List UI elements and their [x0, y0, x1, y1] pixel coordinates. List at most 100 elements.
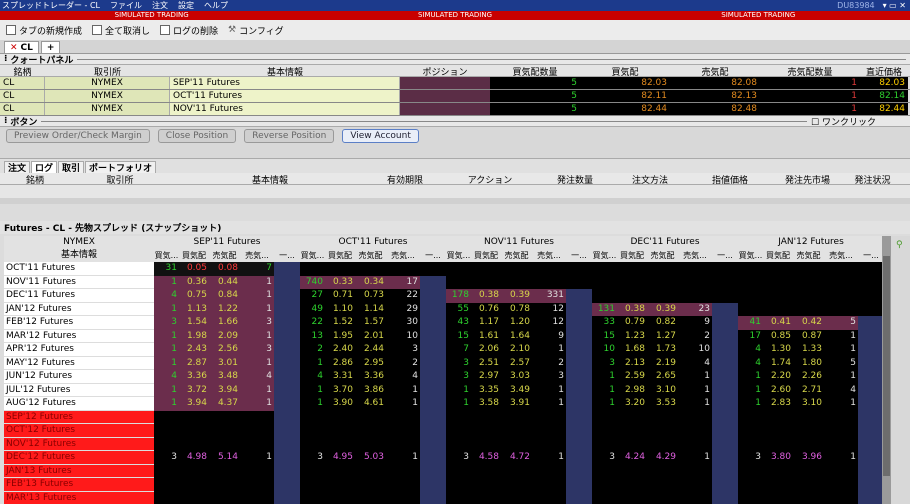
- spread-cell[interactable]: 0.38: [471, 289, 501, 303]
- spread-cell[interactable]: 1.68: [617, 343, 647, 357]
- add-tab-button[interactable]: +: [40, 41, 61, 53]
- spread-cell-last[interactable]: [274, 491, 300, 504]
- spread-cell-last[interactable]: [420, 383, 446, 397]
- quote-cell-ask[interactable]: 82.13: [670, 90, 760, 102]
- quote-cell-exchange[interactable]: NYMEX: [45, 77, 170, 89]
- spread-cell-last[interactable]: [712, 424, 738, 438]
- spread-cell[interactable]: 3: [300, 451, 325, 465]
- spread-cell[interactable]: 1.66: [209, 316, 240, 330]
- spread-cell[interactable]: 1: [824, 451, 858, 465]
- spread-cell[interactable]: 1: [532, 451, 566, 465]
- spread-cell[interactable]: 2.51: [471, 356, 501, 370]
- spread-cell-last[interactable]: [566, 343, 592, 357]
- spread-cell-last[interactable]: [274, 275, 300, 289]
- spread-cell[interactable]: 1: [154, 343, 179, 357]
- spread-cell[interactable]: 1.80: [793, 356, 824, 370]
- spread-cell[interactable]: 0.84: [209, 289, 240, 303]
- spread-cell[interactable]: 4.98: [179, 451, 209, 465]
- spread-row-label[interactable]: JAN'12 Futures: [4, 302, 154, 316]
- order-col-header[interactable]: 発注数量: [540, 173, 610, 186]
- spread-cell-last[interactable]: [712, 383, 738, 397]
- spread-cell[interactable]: 1.64: [501, 329, 532, 343]
- spread-cell[interactable]: 23: [678, 302, 712, 316]
- spread-cell[interactable]: 5: [824, 316, 858, 330]
- spread-cell[interactable]: 1.20: [501, 316, 532, 330]
- spread-cell[interactable]: 1.74: [763, 356, 793, 370]
- spread-cell[interactable]: 5: [824, 356, 858, 370]
- quote-row[interactable]: CL NYMEX NOV'11 Futures 5 82.44 82.48 1 82.44: [0, 103, 910, 116]
- spread-row-label[interactable]: MAR'12 Futures: [4, 329, 154, 343]
- col-exchange-header[interactable]: 取引所: [45, 65, 170, 76]
- spread-cell-last[interactable]: [420, 437, 446, 451]
- spread-cell[interactable]: 3: [446, 370, 471, 384]
- spread-cell[interactable]: 0.79: [617, 316, 647, 330]
- spread-cell[interactable]: 0.42: [793, 316, 824, 330]
- spread-row-label[interactable]: APR'12 Futures: [4, 343, 154, 357]
- subcol-header[interactable]: 売気配: [501, 249, 532, 262]
- spread-cell[interactable]: 1.95: [325, 329, 355, 343]
- spread-cell-last[interactable]: [858, 424, 884, 438]
- spread-cell-last[interactable]: [712, 302, 738, 316]
- spread-cell[interactable]: 30: [386, 316, 420, 330]
- spread-cell[interactable]: 2.06: [471, 343, 501, 357]
- spread-cell[interactable]: 1: [532, 397, 566, 411]
- spread-cell-last[interactable]: [712, 316, 738, 330]
- spread-cell[interactable]: 2.83: [763, 397, 793, 411]
- spread-cell[interactable]: 1.57: [355, 316, 386, 330]
- subcol-header[interactable]: 一...: [566, 249, 592, 262]
- spread-cell[interactable]: 2.86: [325, 356, 355, 370]
- spread-cell[interactable]: 1: [824, 397, 858, 411]
- spread-cell-last[interactable]: [858, 464, 884, 478]
- quote-cell-bid_size[interactable]: 5: [490, 77, 580, 89]
- order-col-header[interactable]: 銘柄: [0, 173, 70, 186]
- config-button[interactable]: ⚒ コンフィグ: [228, 24, 284, 37]
- quote-cell-symbol[interactable]: CL: [0, 103, 45, 115]
- quote-cell-ask_size[interactable]: 1: [760, 103, 860, 115]
- spread-row-label[interactable]: DEC'12 Futures: [4, 451, 154, 465]
- spread-cell-last[interactable]: [712, 262, 738, 276]
- quote-cell-position[interactable]: [400, 90, 490, 102]
- quote-cell-symbol[interactable]: CL: [0, 77, 45, 89]
- quote-cell-exchange[interactable]: NYMEX: [45, 90, 170, 102]
- spread-cell[interactable]: 4: [678, 356, 712, 370]
- spread-cell[interactable]: 1: [300, 397, 325, 411]
- subcol-header[interactable]: 買気...: [592, 249, 617, 262]
- spread-cell[interactable]: 1: [446, 397, 471, 411]
- spread-cell-last[interactable]: [712, 370, 738, 384]
- spread-cell-last[interactable]: [420, 275, 446, 289]
- spread-cell[interactable]: 2.56: [209, 343, 240, 357]
- spread-cell[interactable]: 3.48: [209, 370, 240, 384]
- spread-cell[interactable]: 4: [824, 383, 858, 397]
- quote-row[interactable]: CL NYMEX SEP'11 Futures 5 82.03 82.08 1 82.03: [0, 77, 910, 90]
- spread-cell[interactable]: 1: [240, 451, 274, 465]
- spread-cell-last[interactable]: [712, 356, 738, 370]
- delete-log-button[interactable]: ログの削除: [160, 24, 218, 37]
- spread-cell[interactable]: 1: [240, 329, 274, 343]
- spread-cell[interactable]: 3.20: [617, 397, 647, 411]
- col-ask-header[interactable]: 売気配: [670, 65, 760, 76]
- spread-cell[interactable]: 22: [300, 316, 325, 330]
- spread-cell-last[interactable]: [858, 370, 884, 384]
- spread-cell[interactable]: 3.10: [793, 397, 824, 411]
- spread-cell-last[interactable]: [274, 343, 300, 357]
- order-col-header[interactable]: 指値価格: [690, 173, 770, 186]
- vertical-scrollbar[interactable]: [882, 236, 891, 504]
- spread-cell[interactable]: 3.70: [325, 383, 355, 397]
- spread-cell[interactable]: 1: [240, 383, 274, 397]
- spread-cell[interactable]: 3.36: [179, 370, 209, 384]
- spread-cell-last[interactable]: [274, 302, 300, 316]
- subcol-header[interactable]: 買気配: [325, 249, 355, 262]
- spread-cell-last[interactable]: [712, 329, 738, 343]
- zoom-icon[interactable]: ⚲: [896, 240, 903, 250]
- subcol-header[interactable]: 売気...: [532, 249, 566, 262]
- spread-cell-last[interactable]: [858, 302, 884, 316]
- spread-cell[interactable]: 1: [446, 383, 471, 397]
- cancel-all-button[interactable]: 全て取消し: [92, 24, 150, 37]
- spread-cell[interactable]: 3.72: [179, 383, 209, 397]
- spread-cell[interactable]: 55: [446, 302, 471, 316]
- spread-cell-last[interactable]: [274, 424, 300, 438]
- spread-cell[interactable]: 12: [532, 316, 566, 330]
- spread-cell-last[interactable]: [566, 316, 592, 330]
- spread-cell[interactable]: 2: [300, 343, 325, 357]
- spread-cell-last[interactable]: [858, 437, 884, 451]
